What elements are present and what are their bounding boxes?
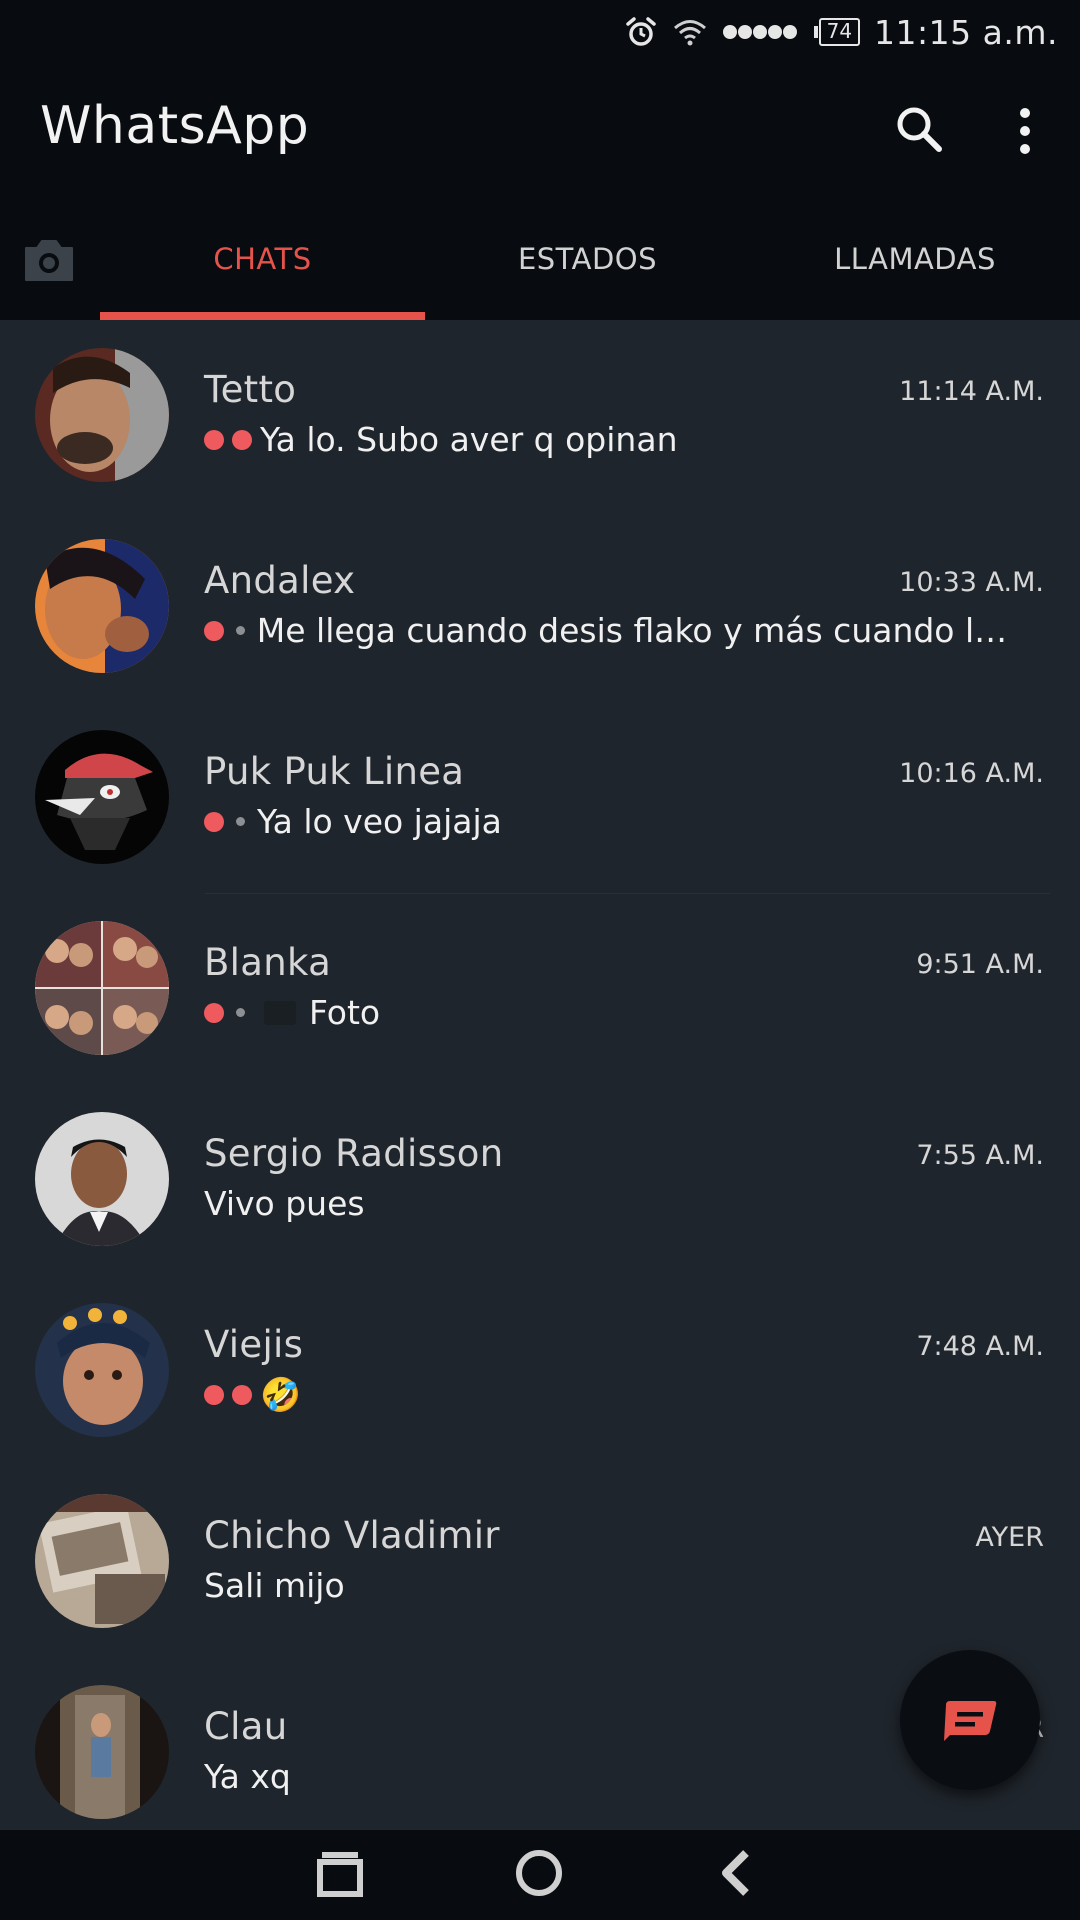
avatar[interactable] xyxy=(35,1303,169,1437)
chat-preview: Ya xq xyxy=(204,1757,1020,1796)
sent-tick-icon xyxy=(204,620,224,641)
preview-text: Ya lo veo jajaja xyxy=(257,802,502,841)
avatar[interactable] xyxy=(35,539,169,673)
recents-icon[interactable] xyxy=(316,1848,364,1898)
chat-time: 10:16 A.M. xyxy=(899,758,1044,789)
tab-bar: CHATS ESTADOS LLAMADAS xyxy=(0,202,1080,320)
wifi-icon xyxy=(673,20,706,46)
tab-llamadas[interactable]: LLAMADAS xyxy=(750,242,1080,276)
chat-time: AYER xyxy=(975,1522,1044,1553)
chat-name: Sergio Radisson xyxy=(204,1132,504,1175)
chat-preview: Me llega cuando desis flako y más cuando… xyxy=(204,611,1020,650)
battery-level: 74 xyxy=(818,18,861,46)
chat-time: 11:14 A.M. xyxy=(899,376,1044,407)
preview-text: Ya xq xyxy=(204,1757,291,1796)
chat-row[interactable]: Blanka 9:51 A.M. Foto xyxy=(0,893,1080,1084)
avatar[interactable] xyxy=(35,1685,169,1819)
preview-text: Ya lo. Subo aver q opinan xyxy=(260,420,678,459)
read-tick-icon xyxy=(232,429,252,450)
alarm-icon xyxy=(625,17,656,46)
app-bar: WhatsApp xyxy=(0,64,1080,202)
chat-time: 7:55 A.M. xyxy=(916,1140,1044,1171)
chat-time: 9:51 A.M. xyxy=(916,949,1044,980)
read-tick-icon xyxy=(204,1385,224,1405)
chat-name: Chicho Vladimir xyxy=(204,1514,500,1557)
avatar[interactable] xyxy=(35,730,169,864)
status-bar: 74 11:15 a.m. xyxy=(0,0,1080,64)
preview-emoji: 🤣 xyxy=(260,1375,302,1414)
chat-list: Tetto 11:14 A.M. Ya lo. Subo aver q opin… xyxy=(0,320,1080,1848)
avatar[interactable] xyxy=(35,348,169,482)
chat-row[interactable]: Sergio Radisson 7:55 A.M. Vivo pues xyxy=(0,1084,1080,1275)
avatar[interactable] xyxy=(35,1112,169,1246)
chat-row[interactable]: Chicho Vladimir AYER Sali mijo xyxy=(0,1466,1080,1657)
preview-text: Me llega cuando desis flako y más cuando… xyxy=(256,611,1020,650)
battery-icon: 74 xyxy=(813,18,861,46)
photo-icon xyxy=(264,1000,296,1025)
pending-tick-icon xyxy=(236,817,245,826)
chat-name: Clau xyxy=(204,1705,288,1748)
chat-time: 10:33 A.M. xyxy=(899,567,1044,598)
read-tick-icon xyxy=(232,1385,252,1405)
signal-dots-icon xyxy=(722,25,797,39)
tab-estados[interactable]: ESTADOS xyxy=(425,242,750,276)
whatsapp-screen: 74 11:15 a.m. WhatsApp CHATS ESTADOS LLA… xyxy=(0,0,1080,1920)
avatar[interactable] xyxy=(35,1494,169,1628)
chat-name: Tetto xyxy=(204,368,297,411)
chat-name: Andalex xyxy=(204,559,356,602)
preview-text: Foto xyxy=(309,993,381,1032)
chat-preview: Ya lo. Subo aver q opinan xyxy=(204,420,1020,459)
read-tick-icon xyxy=(204,429,224,450)
divider xyxy=(205,893,1050,894)
back-icon[interactable] xyxy=(716,1848,756,1898)
home-icon[interactable] xyxy=(514,1848,564,1898)
chat-preview: 🤣 xyxy=(204,1375,1020,1415)
chat-row[interactable]: Viejis 7:48 A.M. 🤣 xyxy=(0,1275,1080,1466)
pending-tick-icon xyxy=(235,626,245,635)
navigation-bar xyxy=(0,1830,1080,1920)
chat-time: 7:48 A.M. xyxy=(916,1331,1044,1362)
preview-text: Vivo pues xyxy=(204,1184,365,1223)
chat-row[interactable]: Tetto 11:14 A.M. Ya lo. Subo aver q opin… xyxy=(0,320,1080,511)
chat-preview: Foto xyxy=(204,993,1020,1032)
chat-row[interactable]: Puk Puk Linea 10:16 A.M. Ya lo veo jajaj… xyxy=(0,702,1080,893)
chat-preview: Vivo pues xyxy=(204,1184,1020,1223)
chat-preview: Sali mijo xyxy=(204,1566,1020,1605)
sent-tick-icon xyxy=(204,811,224,832)
chat-name: Viejis xyxy=(204,1323,304,1366)
pending-tick-icon xyxy=(236,1008,245,1017)
new-chat-icon xyxy=(944,1701,997,1741)
new-chat-button[interactable] xyxy=(900,1650,1040,1790)
preview-text: Sali mijo xyxy=(204,1566,345,1605)
avatar[interactable] xyxy=(35,921,169,1055)
chat-preview: Ya lo veo jajaja xyxy=(204,802,1020,841)
chat-name: Blanka xyxy=(204,941,332,984)
status-time: 11:15 a.m. xyxy=(874,12,1058,52)
tab-chats[interactable]: CHATS xyxy=(100,242,425,276)
camera-icon[interactable] xyxy=(22,236,76,284)
active-tab-indicator xyxy=(100,312,425,320)
search-icon[interactable] xyxy=(894,104,944,154)
more-vert-icon[interactable] xyxy=(1010,106,1040,156)
app-title: WhatsApp xyxy=(40,96,310,156)
chat-name: Puk Puk Linea xyxy=(204,750,465,793)
chat-row[interactable]: Andalex 10:33 A.M. Me llega cuando desis… xyxy=(0,511,1080,702)
sent-tick-icon xyxy=(204,1002,224,1023)
